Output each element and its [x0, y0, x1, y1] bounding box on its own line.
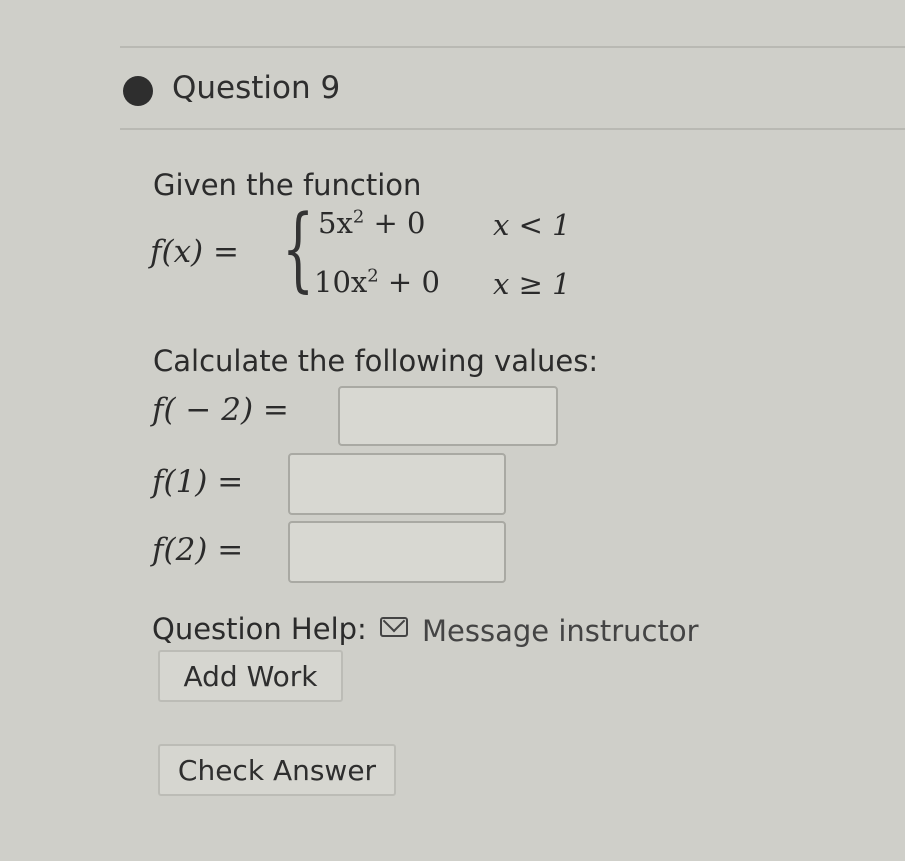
- case-expression-2: 10x2 + 0: [314, 265, 440, 299]
- top-divider: [120, 46, 905, 48]
- f-minus2-input[interactable]: [338, 386, 558, 446]
- calculate-prompt: Calculate the following values:: [153, 344, 599, 378]
- f1-input[interactable]: [288, 453, 506, 515]
- piecewise-brace: {: [282, 195, 315, 302]
- case-condition-2: x ≥ 1: [493, 267, 571, 301]
- question-bullet: [123, 76, 153, 106]
- f1-label: f(1) =: [152, 464, 244, 500]
- question-title: Question 9: [172, 70, 341, 106]
- f2-input[interactable]: [288, 521, 506, 583]
- function-name: f(x) =: [150, 234, 239, 270]
- message-instructor-link[interactable]: Message instructor: [422, 614, 699, 648]
- f2-label: f(2) =: [152, 532, 244, 568]
- add-work-button[interactable]: Add Work: [158, 650, 343, 702]
- envelope-icon[interactable]: [380, 617, 408, 637]
- check-answer-button[interactable]: Check Answer: [158, 744, 396, 796]
- f-minus2-label: f( − 2) =: [152, 392, 289, 428]
- case-expression-1: 5x2 + 0: [318, 206, 426, 240]
- question-help-label: Question Help:: [152, 612, 367, 646]
- case-condition-1: x < 1: [493, 208, 571, 242]
- header-divider: [120, 128, 905, 130]
